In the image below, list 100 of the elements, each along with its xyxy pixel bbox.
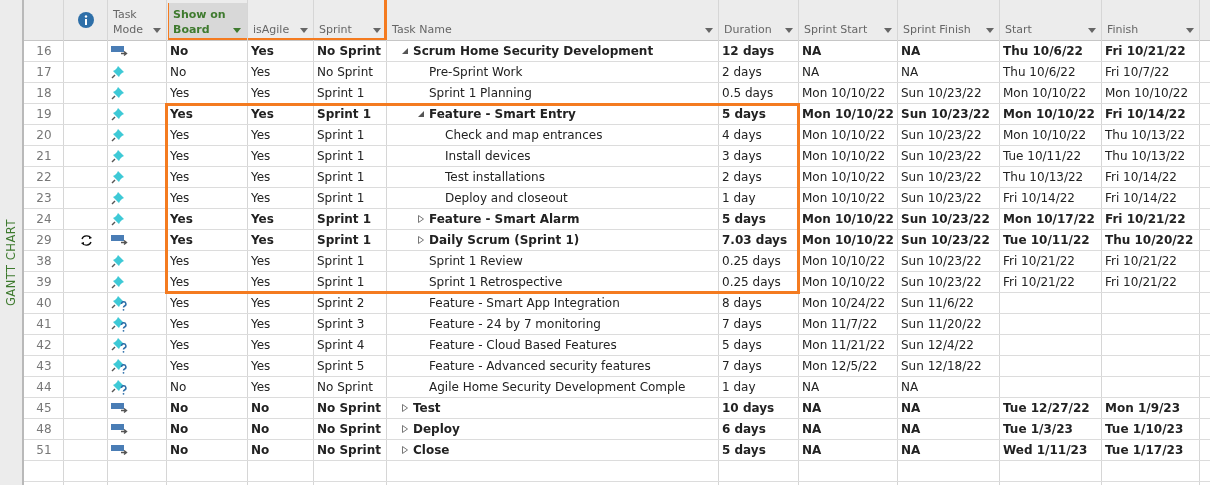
info-icon[interactable]	[78, 12, 94, 28]
dropdown-icon[interactable]	[884, 28, 892, 33]
table-cell-text: Yes	[170, 253, 190, 270]
expand-icon[interactable]	[417, 236, 425, 244]
column-header[interactable]: Show on Board	[168, 3, 247, 40]
table-cell-text: Yes	[251, 148, 271, 165]
expand-icon[interactable]	[401, 425, 409, 433]
dropdown-icon[interactable]	[233, 28, 241, 33]
table-cell-text: 6 days	[722, 421, 766, 438]
column-header[interactable]: isAgile	[248, 0, 314, 40]
row-number[interactable]: 43	[24, 356, 64, 376]
table-cell-text: Mon 10/10/22	[802, 127, 885, 144]
table-cell-text: No	[170, 442, 189, 459]
column-header[interactable]: Sprint Start	[799, 0, 898, 40]
column-header[interactable]: Sprint Finish	[898, 0, 1000, 40]
table-cell-text: Thu 10/13/22	[1105, 148, 1186, 165]
table-cell-text: Fri 10/21/22	[1105, 211, 1186, 228]
row-number[interactable]: 51	[24, 440, 64, 460]
row-number[interactable]: 23	[24, 188, 64, 208]
table-cell-text: Yes	[251, 358, 271, 375]
auto-schedule-icon	[111, 234, 128, 246]
task-name: Feature - Smart Alarm	[429, 211, 580, 228]
table-cell-text: Yes	[251, 316, 271, 333]
row-number[interactable]: 16	[24, 41, 64, 61]
table-cell-text: No Sprint	[317, 379, 373, 396]
row-number[interactable]: 39	[24, 272, 64, 292]
table-cell-text: Mon 10/10/22	[802, 169, 885, 186]
dropdown-icon[interactable]	[986, 28, 994, 33]
table-cell-text: Fri 10/7/22	[1105, 64, 1170, 81]
row-number[interactable]: 42	[24, 335, 64, 355]
auto-schedule-icon	[111, 423, 128, 435]
table-cell-text: NA	[901, 400, 921, 417]
table-cell-text: Fri 10/21/22	[1105, 253, 1177, 270]
table-cell-text: Mon 10/10/22	[802, 253, 885, 270]
row-number[interactable]: 20	[24, 125, 64, 145]
table-cell-text: 7 days	[722, 358, 762, 375]
pin-icon	[111, 128, 125, 142]
row-number[interactable]: 29	[24, 230, 64, 250]
row-number[interactable]: 19	[24, 104, 64, 124]
table-cell-text: No	[251, 400, 270, 417]
table-cell-text: Yes	[251, 232, 274, 249]
dropdown-icon[interactable]	[373, 28, 381, 33]
collapse-icon[interactable]	[401, 47, 409, 55]
pin-icon	[111, 149, 125, 163]
task-name: Close	[413, 442, 450, 459]
task-name: Install devices	[445, 148, 531, 165]
table-cell-text: Sprint 1	[317, 85, 365, 102]
table-cell-text: Thu 10/13/22	[1105, 127, 1186, 144]
expand-icon[interactable]	[401, 404, 409, 412]
dropdown-icon[interactable]	[300, 28, 308, 33]
column-header[interactable]: Task Mode	[108, 0, 167, 40]
column-header[interactable]: Start	[1000, 0, 1102, 40]
table-cell-text: Yes	[251, 253, 271, 270]
table-cell-text: Sprint 1	[317, 211, 372, 228]
task-name: Scrum Home Security Development	[413, 43, 654, 60]
row-number[interactable]: 45	[24, 398, 64, 418]
dropdown-icon[interactable]	[705, 28, 713, 33]
auto-schedule-icon	[111, 402, 128, 414]
table-cell-text: 8 days	[722, 295, 762, 312]
task-name: Feature - Advanced security features	[429, 358, 651, 375]
dropdown-icon[interactable]	[1088, 28, 1096, 33]
row-number[interactable]: 17	[24, 62, 64, 82]
table-cell-text: Yes	[170, 127, 190, 144]
row-number[interactable]: 24	[24, 209, 64, 229]
table-cell-text: No	[170, 64, 187, 81]
table-cell-text: Fri 10/21/22	[1003, 274, 1075, 291]
table-cell-text: Sun 10/23/22	[901, 85, 982, 102]
row-number[interactable]: 44	[24, 377, 64, 397]
expand-icon[interactable]	[401, 446, 409, 454]
table-cell-text: Sprint 1	[317, 232, 372, 249]
dropdown-icon[interactable]	[785, 28, 793, 33]
table-cell-text: Yes	[170, 274, 190, 291]
dropdown-icon[interactable]	[153, 28, 161, 33]
table-cell-text: Sun 10/23/22	[901, 190, 982, 207]
task-name: Deploy	[413, 421, 460, 438]
table-cell-text: NA	[901, 43, 921, 60]
row-number[interactable]: 48	[24, 419, 64, 439]
table-cell-text: NA	[901, 442, 921, 459]
row-number[interactable]: 38	[24, 251, 64, 271]
collapse-icon[interactable]	[417, 110, 425, 118]
table-cell-text: 5 days	[722, 211, 766, 228]
row-number[interactable]: 18	[24, 83, 64, 103]
row-number[interactable]: 21	[24, 146, 64, 166]
row-number[interactable]: 40	[24, 293, 64, 313]
table-cell-text: 5 days	[722, 337, 762, 354]
expand-icon[interactable]	[417, 215, 425, 223]
table-cell-text: Mon 10/10/22	[802, 106, 894, 123]
table-cell-text: Yes	[251, 169, 271, 186]
table-cell-text: Sprint 1	[317, 148, 365, 165]
column-header[interactable]: Finish	[1102, 0, 1200, 40]
column-header[interactable]: Duration	[719, 0, 799, 40]
dropdown-icon[interactable]	[1186, 28, 1194, 33]
table-cell-text: Sprint 1	[317, 106, 372, 123]
row-number[interactable]: 41	[24, 314, 64, 334]
column-header[interactable]: Sprint	[314, 0, 387, 40]
column-header[interactable]: Task Name	[387, 0, 719, 40]
table-cell-text: Yes	[251, 379, 271, 396]
row-number[interactable]: 22	[24, 167, 64, 187]
pin-question-icon	[111, 337, 128, 353]
table-cell-text: Sun 10/23/22	[901, 127, 982, 144]
